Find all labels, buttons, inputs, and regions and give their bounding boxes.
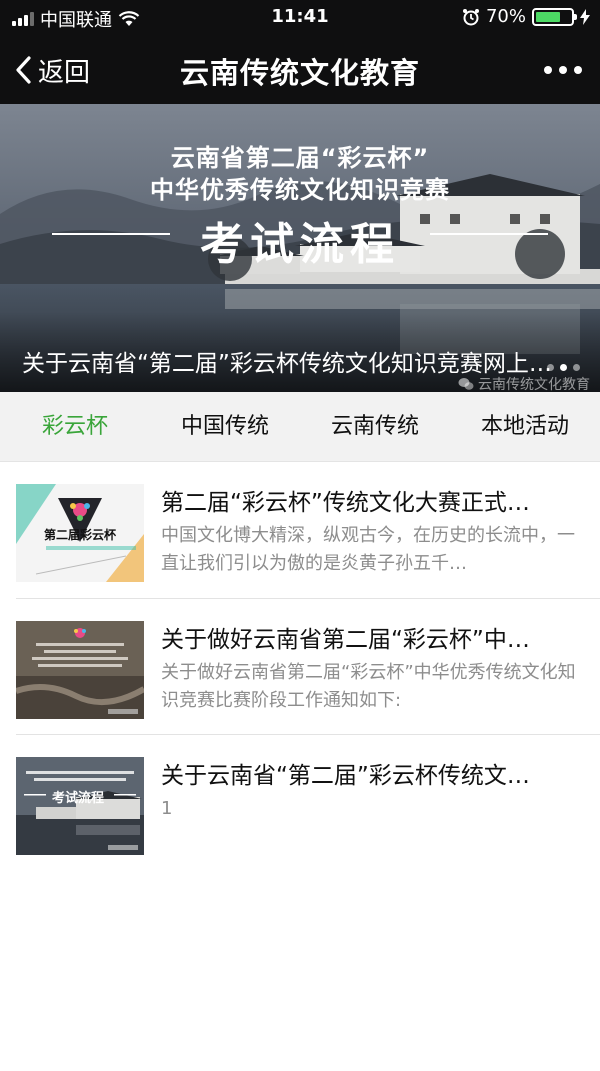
tab-3[interactable]: 本地活动 (450, 392, 600, 461)
category-tabs: 彩云杯 中国传统 云南传统 本地活动 (0, 392, 600, 462)
article-thumbnail: 第二届彩云杯 (16, 484, 144, 582)
thumbnail-caption: 第二届彩云杯 (44, 528, 117, 542)
article-title: 第二届“彩云杯”传统文化大赛正式… (161, 490, 530, 516)
wechat-icon (458, 378, 474, 390)
article-list: 第二届彩云杯 第二届“彩云杯”传统文化大赛正式… 中国文化博大精深，纵观古今，在… (0, 462, 600, 870)
article-title: 关于做好云南省第二届“彩云杯”中… (161, 627, 530, 653)
article-title: 关于云南省“第二届”彩云杯传统文… (161, 763, 530, 789)
thumbnail-caption: 考试流程 (52, 791, 105, 806)
carousel-dot[interactable] (547, 364, 554, 371)
article-text: 关于做好云南省第二届“彩云杯”中… 关于做好云南省第二届“彩云杯”中华优秀传统文… (161, 625, 578, 715)
article-description: 关于做好云南省第二届“彩云杯”中华优秀传统文化知识竞赛比赛阶段工作通知如下: (161, 662, 576, 711)
banner-heading-line1: 云南省第二届“彩云杯” (170, 144, 430, 172)
list-item[interactable]: 关于做好云南省第二届“彩云杯”中… 关于做好云南省第二届“彩云杯”中华优秀传统文… (16, 598, 600, 734)
article-thumbnail (16, 621, 144, 719)
article-text: 第二届“彩云杯”传统文化大赛正式… 中国文化博大精深，纵观古今，在历史的长流中，… (161, 488, 578, 578)
tab-1[interactable]: 中国传统 (150, 392, 300, 461)
banner-caption: 关于云南省“第二届”彩云杯传统文化知识竞赛网上… (22, 351, 552, 377)
battery-level-fill (536, 11, 560, 22)
nav-bar: 返回 云南传统文化教育 (0, 36, 600, 104)
notice-document-image (16, 621, 144, 719)
watermark-text: 云南传统文化教育 (478, 377, 590, 392)
banner-big-title: 考试流程 (200, 219, 400, 270)
page-title: 云南传统文化教育 (179, 56, 420, 90)
carousel-indicator[interactable] (547, 364, 580, 371)
status-bar: 中国联通 11:41 70% (0, 0, 600, 36)
banner-carousel[interactable]: 云南省第二届“彩云杯” 中华优秀传统文化知识竞赛 考试流程 关于云南省“第二届”… (0, 104, 600, 392)
battery-percent: 70% (485, 6, 526, 27)
charging-icon (580, 8, 590, 25)
more-options-button[interactable] (544, 66, 582, 74)
list-item[interactable]: 考试流程 关于云南省“第二届”彩云杯传统文… 1 (16, 734, 600, 870)
tab-2[interactable]: 云南传统 (300, 392, 450, 461)
more-dot-icon (544, 66, 552, 74)
article-description: 1 (161, 798, 173, 819)
banner-divider-right (430, 233, 548, 235)
tab-0[interactable]: 彩云杯 (0, 392, 150, 461)
alarm-icon (462, 8, 479, 25)
banner-watermark: 云南传统文化教育 (458, 374, 590, 392)
list-item[interactable]: 第二届彩云杯 第二届“彩云杯”传统文化大赛正式… 中国文化博大精深，纵观古今，在… (0, 462, 600, 598)
more-dot-icon (574, 66, 582, 74)
status-right: 70% (462, 6, 590, 27)
article-description: 中国文化博大精深，纵观古今，在历史的长流中，一直让我们引以为傲的是炎黄子孙五千… (161, 525, 575, 574)
carousel-dot[interactable] (573, 364, 580, 371)
article-thumbnail: 考试流程 (16, 757, 144, 855)
exam-process-image (16, 757, 144, 855)
article-text: 关于云南省“第二届”彩云杯传统文… 1 (161, 761, 578, 823)
more-dot-icon (559, 66, 567, 74)
battery-icon (532, 7, 577, 26)
banner-heading-line2: 中华优秀传统文化知识竞赛 (150, 176, 450, 204)
carousel-dot[interactable] (560, 364, 567, 371)
